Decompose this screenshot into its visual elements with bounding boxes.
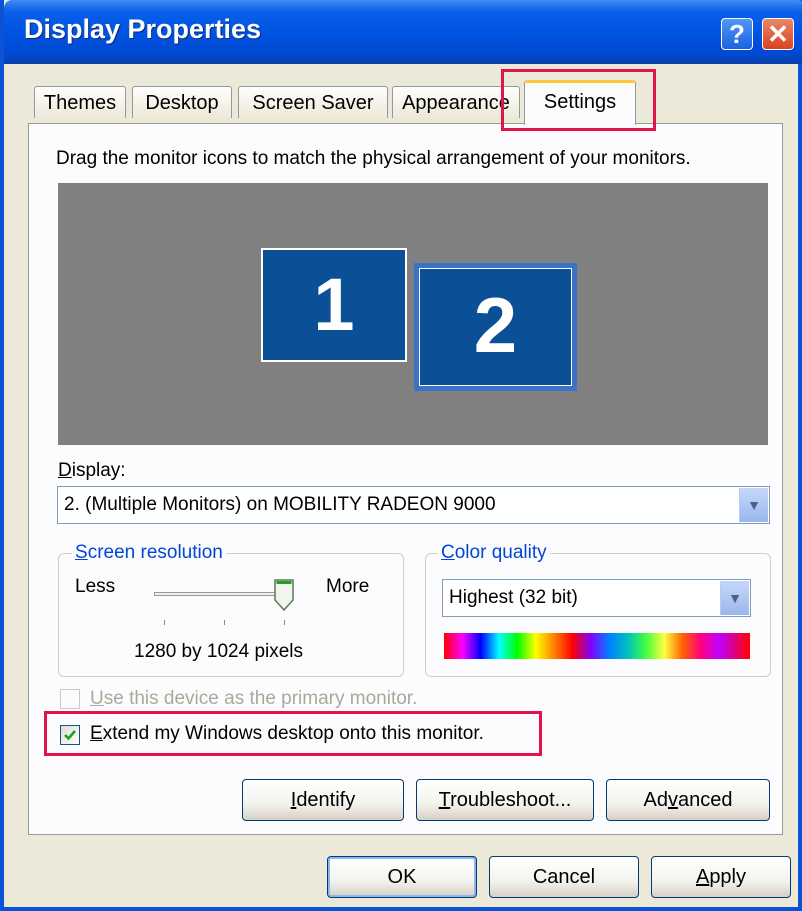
apply-button[interactable]: Apply (651, 856, 791, 898)
troubleshoot-label-rest: roubleshoot... (450, 789, 572, 811)
advanced-mnemonic: v (667, 789, 678, 811)
advanced-label-post: anced (677, 789, 733, 811)
slider-tick (164, 620, 165, 625)
resolution-slider-track[interactable] (154, 592, 282, 596)
apply-mnemonic: A (695, 866, 710, 888)
close-button[interactable]: ✕ (762, 18, 794, 50)
resolution-value: 1280 by 1024 pixels (134, 641, 304, 662)
monitor-arrangement-area (58, 183, 768, 445)
display-dropdown-value: 2. (Multiple Monitors) on MOBILITY RADEO… (64, 494, 496, 515)
tab-themes[interactable]: Themes (34, 86, 126, 118)
resolution-more-label: More (326, 576, 370, 597)
apply-label-rest: pply (709, 866, 747, 888)
monitor-2-label: 2 (419, 268, 572, 386)
display-label: Display: (58, 460, 126, 482)
color-quality-legend-rest: olor quality (454, 542, 547, 563)
display-dropdown[interactable]: 2. (Multiple Monitors) on MOBILITY RADEO… (57, 486, 770, 524)
display-label-rest: isplay: (71, 460, 126, 481)
tab-settings[interactable]: Settings (524, 80, 636, 125)
tab-desktop[interactable]: Desktop (132, 86, 232, 118)
slider-tick (224, 620, 225, 625)
window-title: Display Properties (24, 14, 262, 44)
advanced-label-pre: Ad (643, 789, 668, 811)
color-quality-dropdown[interactable]: Highest (32 bit) ▼ (442, 579, 751, 617)
advanced-button[interactable]: Advanced (606, 779, 770, 821)
extend-desktop-label[interactable]: Extend my Windows desktop onto this moni… (90, 723, 484, 745)
extend-desktop-checkbox[interactable] (60, 725, 80, 745)
color-quality-value: Highest (32 bit) (449, 587, 578, 608)
resolution-less-label: Less (75, 576, 116, 597)
tab-appearance[interactable]: Appearance (392, 86, 520, 118)
display-label-mnemonic: D (58, 460, 72, 481)
identify-label-rest: dentify (296, 789, 356, 811)
primary-monitor-checkbox[interactable] (60, 689, 80, 709)
chevron-down-icon[interactable]: ▼ (720, 581, 749, 615)
extend-desktop-label-rest: xtend my Windows desktop onto this monit… (102, 723, 484, 744)
arrangement-instructions: Drag the monitor icons to match the phys… (56, 148, 691, 169)
slider-thumb-icon (274, 579, 294, 612)
resolution-slider-thumb[interactable] (274, 578, 294, 612)
slider-tick (284, 620, 285, 625)
primary-monitor-mnemonic: U (90, 688, 104, 709)
troubleshoot-mnemonic: T (438, 789, 451, 811)
screen-resolution-legend-rest: creen resolution (87, 542, 223, 563)
ok-button[interactable]: OK (327, 856, 477, 898)
color-quality-legend: Color quality (438, 542, 550, 564)
checkmark-icon (64, 730, 76, 741)
chevron-down-icon[interactable]: ▼ (739, 488, 768, 522)
color-spectrum-preview (444, 633, 750, 659)
monitor-2-icon[interactable]: 2 (414, 263, 577, 391)
display-properties-window: Display Properties ? ✕ Themes Desktop Sc… (0, 0, 802, 911)
identify-button[interactable]: Identify (242, 779, 404, 821)
tab-screen-saver[interactable]: Screen Saver (238, 86, 388, 118)
help-button[interactable]: ? (721, 18, 753, 50)
title-bar[interactable]: Display Properties ? ✕ (4, 0, 802, 64)
primary-monitor-label-rest: se this device as the primary monitor. (103, 688, 418, 709)
color-quality-mnemonic: C (441, 542, 455, 563)
troubleshoot-button[interactable]: Troubleshoot... (416, 779, 594, 821)
monitor-1-icon[interactable]: 1 (261, 248, 407, 362)
cancel-button[interactable]: Cancel (489, 856, 639, 898)
extend-desktop-mnemonic: E (90, 723, 103, 744)
screen-resolution-legend: Screen resolution (72, 542, 226, 564)
screen-resolution-mnemonic: S (75, 542, 88, 563)
primary-monitor-label: Use this device as the primary monitor. (90, 688, 417, 710)
